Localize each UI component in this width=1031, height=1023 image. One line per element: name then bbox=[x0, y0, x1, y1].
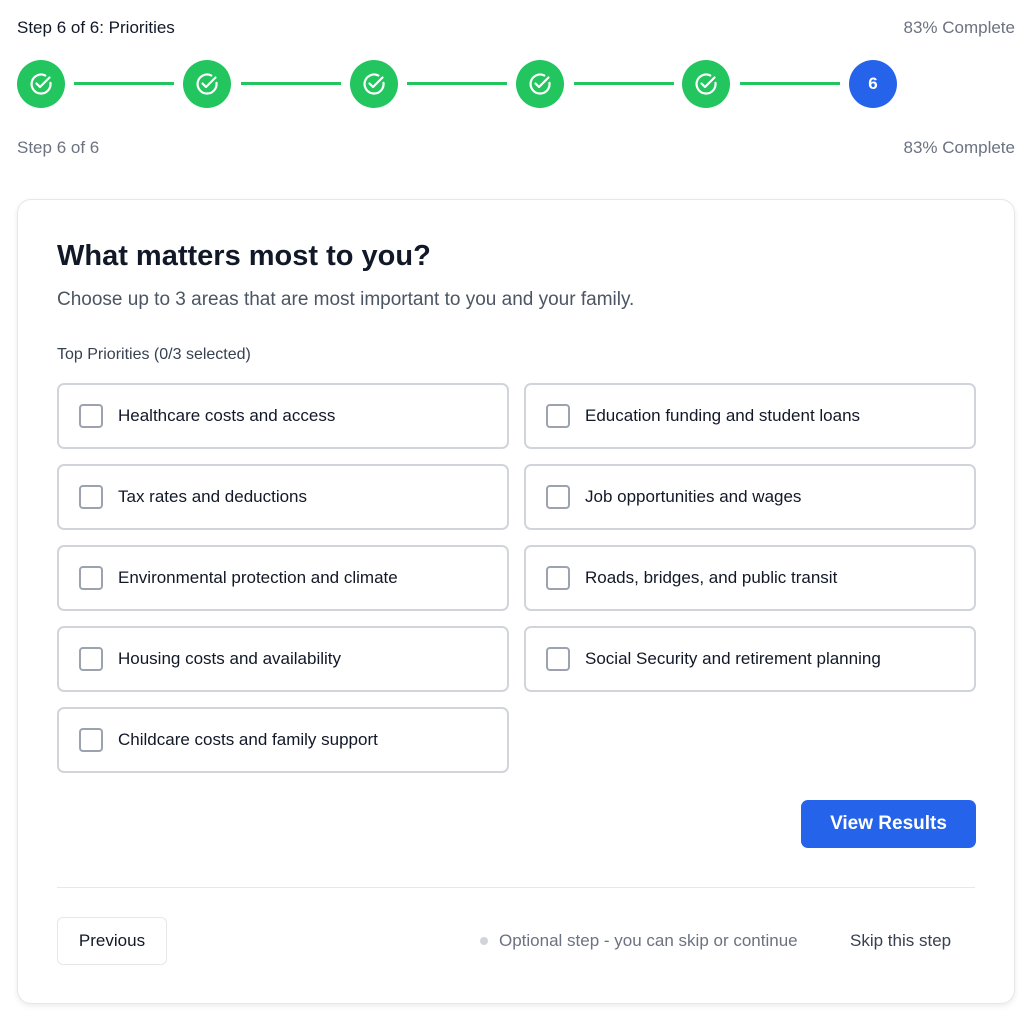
view-results-button[interactable]: View Results bbox=[801, 800, 976, 848]
checkbox[interactable] bbox=[546, 566, 570, 590]
step-connector bbox=[574, 82, 674, 85]
step-1-complete bbox=[17, 60, 65, 108]
option-label: Social Security and retirement planning bbox=[585, 649, 881, 668]
option-label: Environmental protection and climate bbox=[118, 568, 398, 587]
checkbox[interactable] bbox=[546, 485, 570, 509]
step-counter: Step 6 of 6 bbox=[17, 138, 100, 157]
option-education[interactable]: Education funding and student loans bbox=[524, 383, 976, 449]
checkbox[interactable] bbox=[546, 647, 570, 671]
option-label: Tax rates and deductions bbox=[118, 487, 308, 506]
option-healthcare[interactable]: Healthcare costs and access bbox=[57, 383, 509, 449]
priorities-card: What matters most to you? Choose up to 3… bbox=[17, 199, 1015, 1004]
check-circle-icon bbox=[196, 73, 218, 95]
step-connector bbox=[407, 82, 507, 85]
percent-complete-secondary: 83% Complete bbox=[903, 138, 1015, 157]
checkbox[interactable] bbox=[79, 566, 103, 590]
option-infrastructure[interactable]: Roads, bridges, and public transit bbox=[524, 545, 976, 611]
skip-step-link[interactable]: Skip this step bbox=[850, 931, 951, 951]
step-4-complete bbox=[516, 60, 564, 108]
optional-step-text: Optional step - you can skip or continue bbox=[499, 931, 798, 950]
step-2-complete bbox=[183, 60, 231, 108]
option-label: Childcare costs and family support bbox=[118, 730, 378, 749]
step-5-complete bbox=[682, 60, 730, 108]
previous-button[interactable]: Previous bbox=[57, 917, 167, 965]
progress-summary: Step 6 of 6 83% Complete bbox=[17, 138, 1015, 158]
progress-header: Step 6 of 6: Priorities 83% Complete bbox=[17, 18, 1015, 38]
option-label: Healthcare costs and access bbox=[118, 406, 336, 425]
checkbox[interactable] bbox=[79, 728, 103, 752]
step-connector bbox=[241, 82, 341, 85]
option-childcare[interactable]: Childcare costs and family support bbox=[57, 707, 509, 773]
page-description: Choose up to 3 areas that are most impor… bbox=[57, 289, 635, 310]
step-title: Step 6 of 6: Priorities bbox=[17, 18, 175, 37]
optional-step-note: Optional step - you can skip or continue bbox=[480, 931, 798, 951]
option-retirement[interactable]: Social Security and retirement planning bbox=[524, 626, 976, 692]
dot-icon bbox=[480, 937, 488, 945]
checkbox[interactable] bbox=[79, 404, 103, 428]
option-label: Roads, bridges, and public transit bbox=[585, 568, 838, 587]
checkbox[interactable] bbox=[79, 485, 103, 509]
stepper: 6 bbox=[17, 60, 897, 108]
step-6-current: 6 bbox=[849, 60, 897, 108]
percent-complete: 83% Complete bbox=[903, 18, 1015, 37]
divider bbox=[57, 887, 975, 888]
priorities-options: Healthcare costs and access Education fu… bbox=[57, 383, 977, 773]
option-taxes[interactable]: Tax rates and deductions bbox=[57, 464, 509, 530]
step-connector bbox=[74, 82, 174, 85]
check-circle-icon bbox=[363, 73, 385, 95]
check-circle-icon bbox=[695, 73, 717, 95]
checkbox[interactable] bbox=[546, 404, 570, 428]
option-housing[interactable]: Housing costs and availability bbox=[57, 626, 509, 692]
check-circle-icon bbox=[529, 73, 551, 95]
checkbox[interactable] bbox=[79, 647, 103, 671]
page-title: What matters most to you? bbox=[57, 240, 431, 272]
check-circle-icon bbox=[30, 73, 52, 95]
step-3-complete bbox=[350, 60, 398, 108]
priorities-group-label: Top Priorities (0/3 selected) bbox=[57, 346, 251, 363]
option-label: Education funding and student loans bbox=[585, 406, 861, 425]
option-label: Housing costs and availability bbox=[118, 649, 342, 668]
option-environment[interactable]: Environmental protection and climate bbox=[57, 545, 509, 611]
option-label: Job opportunities and wages bbox=[585, 487, 802, 506]
option-jobs[interactable]: Job opportunities and wages bbox=[524, 464, 976, 530]
step-connector bbox=[740, 82, 840, 85]
